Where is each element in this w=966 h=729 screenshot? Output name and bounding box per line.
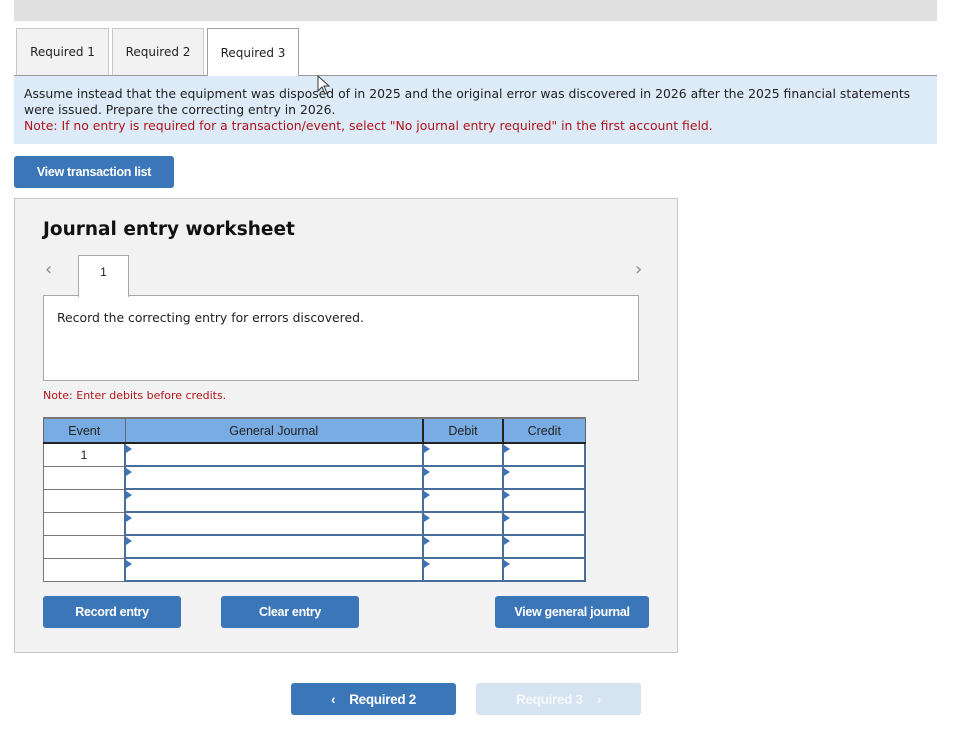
event-cell <box>43 557 126 582</box>
account-field[interactable] <box>124 488 424 513</box>
instructions-text: Assume instead that the equipment was di… <box>24 86 911 117</box>
event-cell <box>43 488 126 513</box>
entry-tab-1[interactable]: 1 <box>78 255 129 297</box>
table-row <box>43 557 586 582</box>
account-field[interactable] <box>124 511 424 536</box>
credit-field[interactable] <box>502 488 586 513</box>
next-button-label: Required 3 <box>516 691 583 707</box>
chevron-left-icon[interactable]: ‹ <box>45 259 52 280</box>
view-transaction-list-button[interactable]: View transaction list <box>14 156 174 188</box>
credit-field[interactable] <box>502 534 586 559</box>
debits-note: Note: Enter debits before credits. <box>43 389 227 402</box>
journal-table: Event General Journal Debit Credit 1 <box>43 417 586 582</box>
account-field[interactable] <box>124 557 424 582</box>
next-required-3-button: Required 3 › <box>476 683 641 715</box>
credit-field[interactable] <box>502 465 586 490</box>
table-row <box>43 511 586 536</box>
debit-field[interactable] <box>422 511 504 536</box>
tab-required-3[interactable]: Required 3 <box>207 28 299 76</box>
credit-field[interactable] <box>502 442 586 467</box>
clear-entry-button[interactable]: Clear entry <box>221 596 359 628</box>
table-row: 1 <box>43 442 586 467</box>
view-general-journal-button[interactable]: View general journal <box>495 596 649 628</box>
credit-field[interactable] <box>502 511 586 536</box>
journal-table-header: Event General Journal Debit Credit <box>43 417 586 444</box>
event-cell <box>43 534 126 559</box>
table-row <box>43 488 586 513</box>
prev-required-2-button[interactable]: ‹ Required 2 <box>291 683 456 715</box>
prev-button-label: Required 2 <box>349 691 416 707</box>
top-bar <box>14 0 937 21</box>
debit-field[interactable] <box>422 465 504 490</box>
chevron-right-icon[interactable]: › <box>635 259 642 280</box>
journal-entry-worksheet: Journal entry worksheet ‹ 1 › Record the… <box>14 198 678 653</box>
header-general-journal: General Journal <box>124 417 424 444</box>
entry-description: Record the correcting entry for errors d… <box>43 295 639 381</box>
event-cell: 1 <box>43 442 126 467</box>
instructions-box: Assume instead that the equipment was di… <box>14 76 937 144</box>
header-debit: Debit <box>422 417 504 444</box>
header-event: Event <box>43 417 126 444</box>
table-row <box>43 465 586 490</box>
chevron-left-icon: ‹ <box>331 691 336 707</box>
worksheet-title: Journal entry worksheet <box>43 219 295 240</box>
event-cell <box>43 465 126 490</box>
record-entry-button[interactable]: Record entry <box>43 596 181 628</box>
debit-field[interactable] <box>422 557 504 582</box>
credit-field[interactable] <box>502 557 586 582</box>
tab-required-2[interactable]: Required 2 <box>112 28 204 75</box>
entry-description-text: Record the correcting entry for errors d… <box>57 310 364 325</box>
requirement-tabs: Required 1 Required 2 Required 3 <box>16 28 302 76</box>
debit-field[interactable] <box>422 488 504 513</box>
event-cell <box>43 511 126 536</box>
mouse-cursor-icon <box>317 75 331 95</box>
header-credit: Credit <box>502 417 586 444</box>
debit-field[interactable] <box>422 534 504 559</box>
debit-field[interactable] <box>422 442 504 467</box>
tab-required-1[interactable]: Required 1 <box>16 28 109 75</box>
table-row <box>43 534 586 559</box>
account-field[interactable] <box>124 442 424 467</box>
instructions-note: Note: If no entry is required for a tran… <box>24 118 713 133</box>
account-field[interactable] <box>124 534 424 559</box>
chevron-right-icon: › <box>596 691 602 707</box>
account-field[interactable] <box>124 465 424 490</box>
